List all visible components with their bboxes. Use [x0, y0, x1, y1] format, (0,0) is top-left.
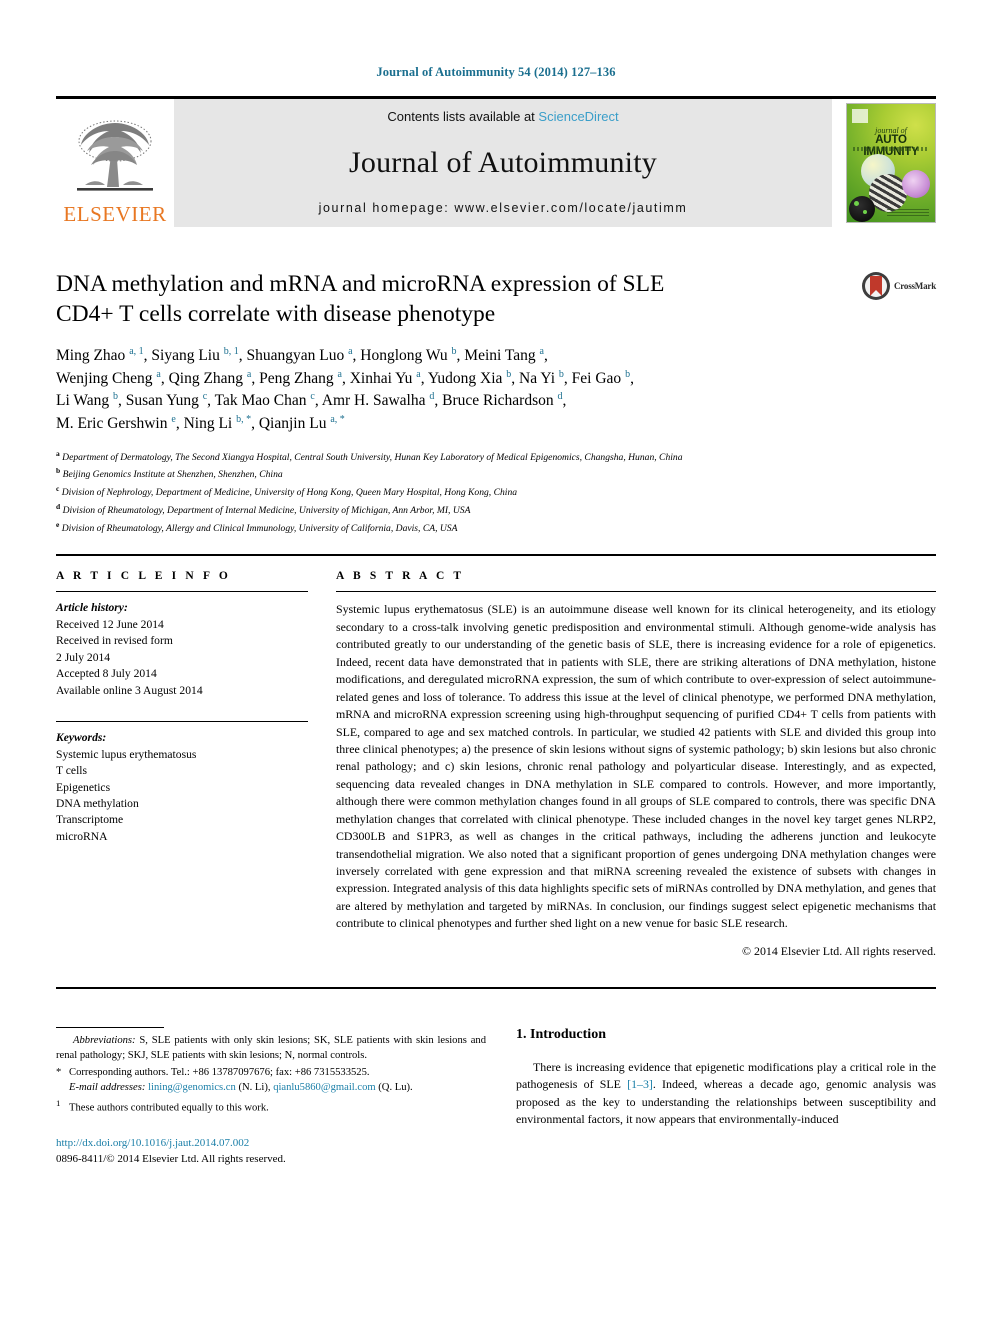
affiliation-d: d Division of Rheumatology, Department o… — [56, 501, 471, 517]
article-history-label: Article history: — [56, 601, 128, 615]
email-link-1[interactable]: lining@genomics.cn — [148, 1082, 236, 1093]
divider-above-info — [56, 554, 936, 557]
page-title: DNA methylation and mRNA and microRNA ex… — [56, 269, 756, 329]
author-list: Ming Zhao a, 1, Siyang Liu b, 1, Shuangy… — [56, 345, 816, 436]
corresponding-text: Corresponding authors. Tel.: +86 1378709… — [69, 1066, 370, 1078]
footnote-separator — [56, 1026, 164, 1028]
cover-cell-4 — [849, 196, 875, 222]
keywords-label: Keywords: — [56, 731, 107, 745]
abstract-rule — [336, 591, 936, 593]
running-citation: Journal of Autoimmunity 54 (2014) 127–13… — [376, 65, 616, 79]
email-2-attrib: (Q. Lu). — [378, 1082, 413, 1094]
introduction-paragraph: There is increasing evidence that epigen… — [516, 1059, 936, 1129]
contents-prefix: Contents lists available at — [387, 109, 535, 124]
cover-cell-4-dot1 — [854, 201, 859, 206]
equal-contribution-note: 1 These authors contributed equally to th… — [56, 1097, 486, 1116]
affiliation-list: a Department of Dermatology, The Second … — [56, 448, 886, 537]
author-line-1: Ming Zhao a, 1, Siyang Liu b, 1, Shuangy… — [56, 346, 548, 365]
introduction-column: 1. Introduction There is increasing evid… — [516, 1027, 936, 1168]
affiliation-b-text: Beijing Genomics Institute at Shenzhen, … — [62, 469, 283, 481]
article-info-column: A R T I C L E I N F O Article history: R… — [56, 570, 336, 958]
history-item-3: Accepted 8 July 2014 — [56, 667, 157, 681]
affiliation-a-text: Department of Dermatology, The Second Xi… — [62, 451, 683, 463]
doi-link[interactable]: http://dx.doi.org/10.1016/j.jaut.2014.07… — [56, 1137, 249, 1149]
title-line-1: DNA methylation and mRNA and microRNA ex… — [56, 271, 665, 297]
cover-cell-4-dot2 — [863, 210, 867, 214]
footnotes-block: Abbreviations: S, SLE patients with only… — [56, 1033, 486, 1116]
equal-contribution-marker: 1 — [56, 1097, 61, 1108]
affiliation-e: e Division of Rheumatology, Allergy and … — [56, 519, 458, 534]
title-line-2: CD4+ T cells correlate with disease phen… — [56, 301, 496, 328]
journal-title: Journal of Autoimmunity — [349, 145, 657, 179]
cover-cell-3 — [902, 170, 930, 198]
journal-band: Contents lists available at ScienceDirec… — [174, 99, 832, 227]
cover-footer-bar — [887, 207, 929, 216]
keyword-3: DNA methylation — [56, 797, 139, 811]
publication-footer: http://dx.doi.org/10.1016/j.jaut.2014.07… — [56, 1136, 486, 1168]
cover-line2: AUTO IMMUNITY — [863, 134, 919, 158]
email-1-attrib: (N. Li), — [238, 1082, 271, 1094]
crossmark-block: CrossMark — [826, 269, 936, 329]
author-line-3: Li Wang b, Susan Yung c, Tak Mao Chan c,… — [56, 391, 567, 410]
divider-below-abstract — [56, 986, 936, 989]
paper-page: Journal of Autoimmunity 54 (2014) 127–13… — [0, 0, 992, 1323]
cover-elsevier-mark — [852, 109, 868, 123]
author-line-2: Wenjing Cheng a, Qing Zhang a, Peng Zhan… — [56, 368, 634, 387]
title-left: DNA methylation and mRNA and microRNA ex… — [56, 269, 826, 329]
info-abstract-columns: A R T I C L E I N F O Article history: R… — [56, 570, 936, 958]
keyword-4: Transcriptome — [56, 813, 124, 827]
cover-subtitle-bar — [853, 147, 929, 151]
elsevier-tree-icon — [77, 120, 153, 191]
author-line-4: M. Eric Gershwin e, Ning Li b, *, Qianji… — [56, 414, 345, 433]
journal-cover-block: journal of AUTO IMMUNITY — [832, 99, 936, 227]
issn-copyright-line: 0896-8411/© 2014 Elsevier Ltd. All right… — [56, 1152, 286, 1165]
affiliation-c-text: Division of Nephrology, Department of Me… — [61, 487, 518, 499]
bottom-columns: Abbreviations: S, SLE patients with only… — [56, 1026, 936, 1168]
journal-cover-image[interactable]: journal of AUTO IMMUNITY — [846, 103, 936, 223]
history-item-0: Received 12 June 2014 — [56, 617, 164, 631]
reference-link-1-3[interactable]: [1–3] — [627, 1077, 653, 1091]
keyword-2: Epigenetics — [56, 780, 111, 794]
affiliation-b: b Beijing Genomics Institute at Shenzhen… — [56, 466, 283, 481]
crossmark-icon — [861, 272, 890, 300]
title-area: DNA methylation and mRNA and microRNA ex… — [56, 269, 936, 329]
article-info-heading: A R T I C L E I N F O — [56, 570, 231, 583]
keywords-rule — [56, 721, 308, 723]
email-link-2[interactable]: qianlu5860@gmail.com — [273, 1082, 375, 1093]
sciencedirect-link[interactable]: ScienceDirect — [538, 109, 618, 124]
article-info-rule — [56, 591, 308, 593]
journal-masthead: ELSEVIER Contents lists available at Sci… — [56, 96, 936, 227]
abstract-copyright: © 2014 Elsevier Ltd. All rights reserved… — [742, 943, 936, 958]
elsevier-logo: ELSEVIER — [56, 99, 174, 227]
email-label: E-mail addresses: — [69, 1082, 146, 1094]
abbreviations-label: Abbreviations: — [73, 1034, 136, 1046]
affiliation-a: a Department of Dermatology, The Second … — [56, 448, 683, 463]
history-item-1: Received in revised form — [56, 634, 173, 648]
abstract-heading: A B S T R A C T — [336, 570, 465, 583]
abstract-text: Systemic lupus erythematosus (SLE) is an… — [336, 602, 936, 931]
history-item-4: Available online 3 August 2014 — [56, 683, 203, 697]
corresponding-marker: * — [56, 1066, 62, 1078]
abbreviations-note: Abbreviations: S, SLE patients with only… — [56, 1033, 486, 1064]
affiliation-d-text: Division of Rheumatology, Department of … — [62, 505, 471, 517]
email-note: E-mail addresses: lining@genomics.cn (N.… — [56, 1080, 486, 1095]
introduction-heading: 1. Introduction — [516, 1026, 606, 1042]
keyword-0: Systemic lupus erythematosus — [56, 747, 197, 761]
keywords-group: Keywords: Systemic lupus erythematosus T… — [56, 730, 308, 845]
article-history-group: Article history: Received 12 June 2014 R… — [56, 600, 308, 699]
affiliation-e-text: Division of Rheumatology, Allergy and Cl… — [61, 522, 458, 534]
history-item-2: 2 July 2014 — [56, 650, 111, 664]
elsevier-wordmark: ELSEVIER — [63, 202, 167, 226]
corresponding-author-note: * Corresponding authors. Tel.: +86 137870… — [56, 1065, 486, 1080]
crossmark-badge[interactable]: CrossMark — [861, 271, 936, 301]
abstract-column: A B S T R A C T Systemic lupus erythemat… — [336, 570, 936, 958]
affiliation-c: c Division of Nephrology, Department of … — [56, 484, 518, 499]
footnotes-column: Abbreviations: S, SLE patients with only… — [56, 1026, 516, 1168]
equal-contribution-text: These authors contributed equally to thi… — [69, 1102, 269, 1114]
keyword-5: microRNA — [56, 829, 108, 843]
contents-line: Contents lists available at ScienceDirec… — [387, 109, 618, 124]
crossmark-label: CrossMark — [893, 281, 936, 291]
journal-homepage[interactable]: journal homepage: www.elsevier.com/locat… — [319, 201, 688, 215]
keyword-1: T cells — [56, 764, 88, 778]
